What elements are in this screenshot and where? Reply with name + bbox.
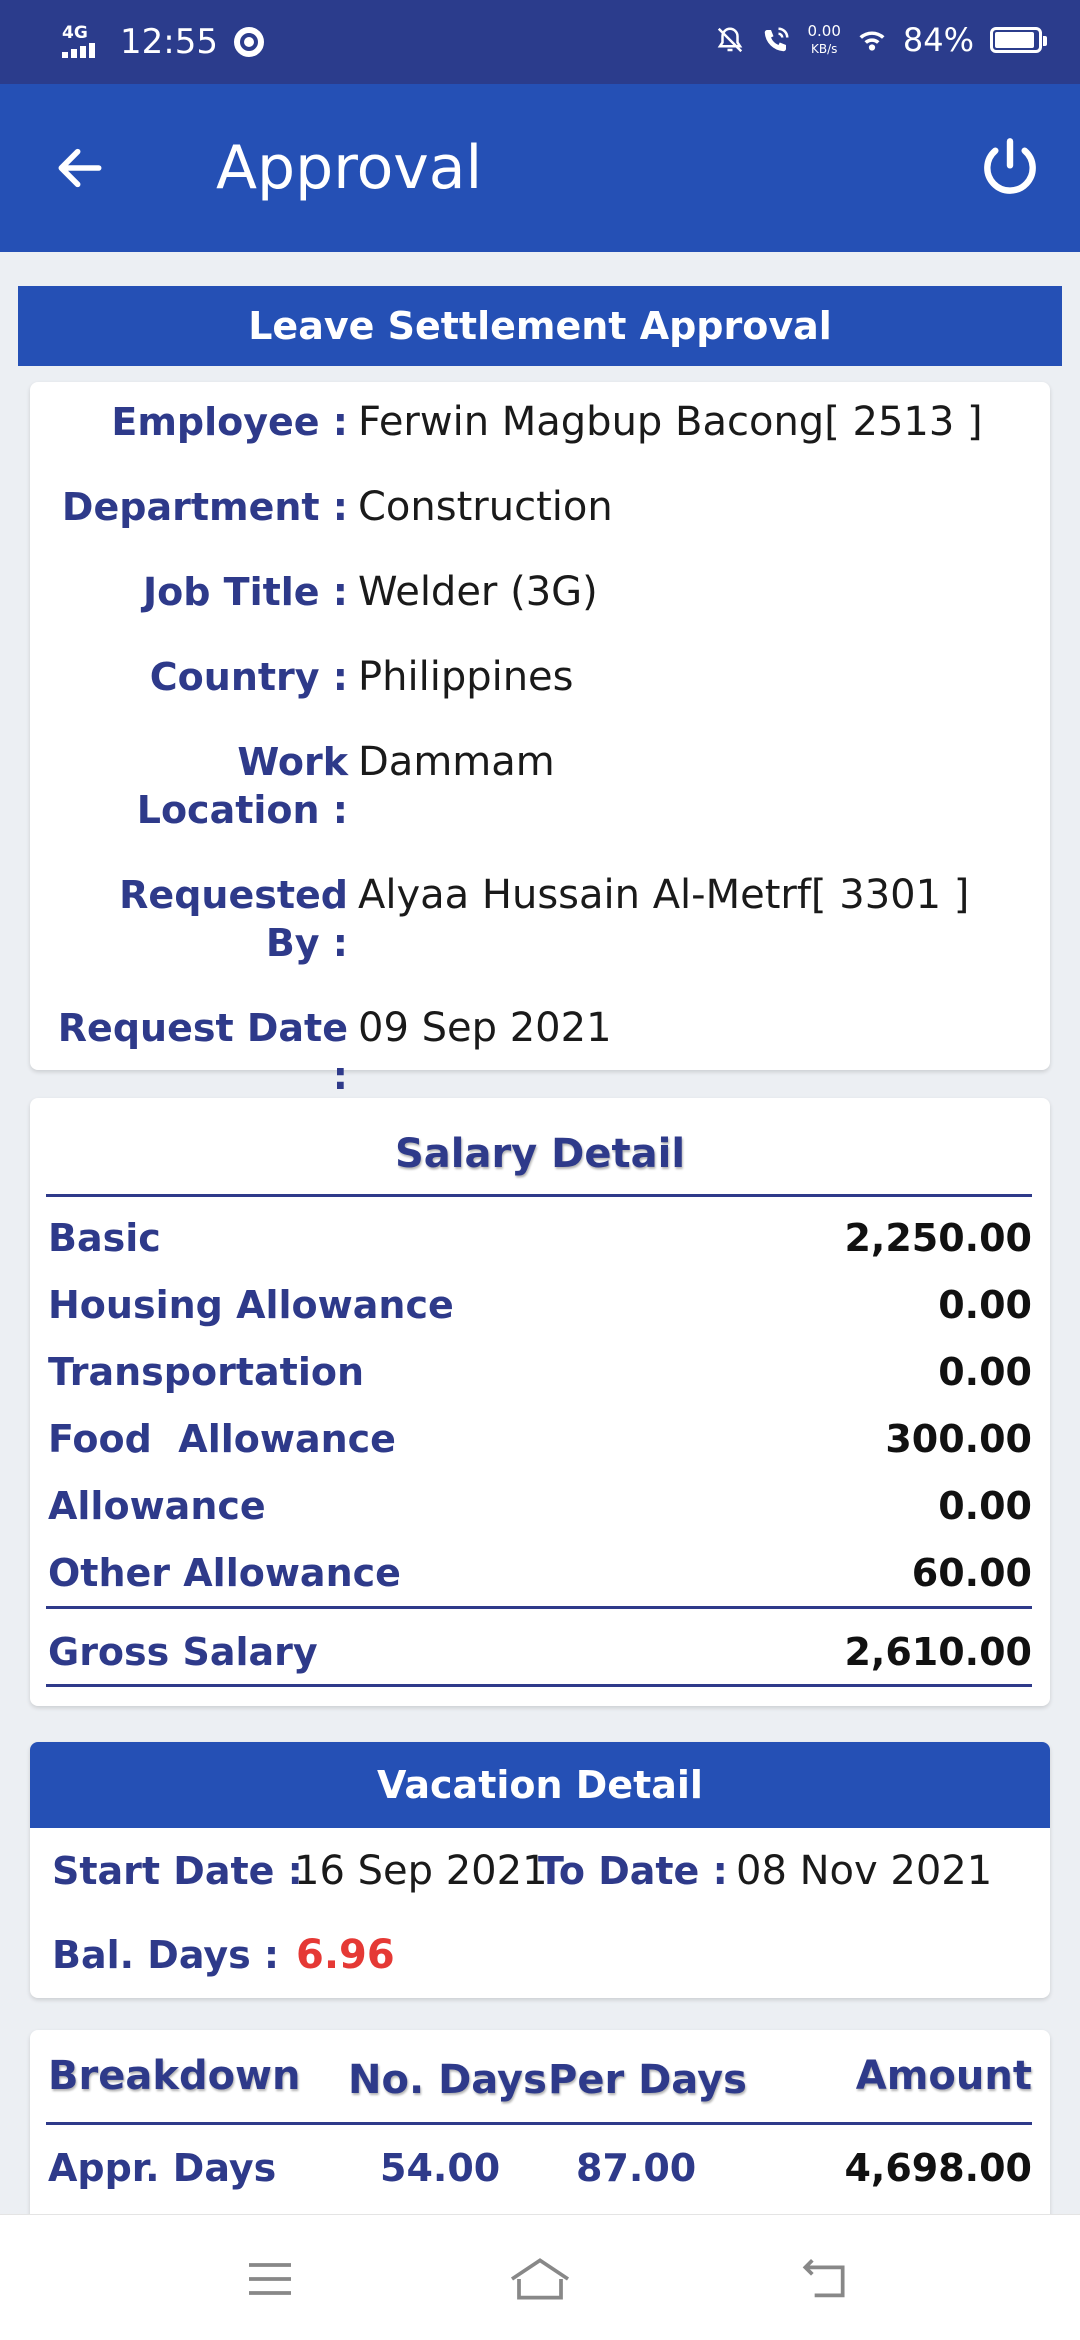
salary-label: Food Allowance	[48, 1417, 396, 1461]
country-value: Philippines	[358, 654, 574, 700]
network-type: 4G	[62, 23, 88, 43]
status-bar-right: 0.00 KB/s 84%	[715, 18, 1047, 62]
breakdown-header: Breakdown	[48, 2053, 301, 2099]
power-icon	[984, 138, 1036, 194]
country-row: Country : Philippines	[30, 653, 1050, 701]
salary-row: Housing Allowance 0.00	[48, 1279, 1032, 1331]
salary-value: 60.00	[911, 1551, 1032, 1595]
salary-title: Salary Detail	[394, 1131, 686, 1177]
to-date-label: To Date :	[538, 1849, 728, 1893]
divider	[46, 1684, 1032, 1687]
page-title: Approval	[216, 133, 483, 203]
requested-by-label-line1: Requested	[119, 873, 348, 917]
work-location-value: Dammam	[358, 739, 555, 785]
start-date-value: 16 Sep 2021	[294, 1848, 548, 1894]
salary-label: Allowance	[48, 1484, 266, 1528]
request-date-value: 09 Sep 2021	[358, 1005, 612, 1051]
country-label: Country :	[149, 655, 348, 699]
salary-value: 300.00	[885, 1417, 1032, 1461]
menu-icon	[249, 2263, 291, 2295]
clock: 12:55	[120, 22, 218, 62]
work-location-label: Work Location :	[30, 738, 348, 834]
battery-percent: 84%	[902, 21, 974, 59]
wifi-icon	[859, 31, 885, 51]
salary-value: 0.00	[938, 1484, 1032, 1528]
vacation-title: Vacation Detail	[30, 1742, 1050, 1828]
salary-label: Housing Allowance	[48, 1283, 454, 1327]
gross-salary-value: 2,610.00	[844, 1630, 1032, 1674]
status-bar: 4G 12:55 0.00 KB/s 84%	[0, 0, 1080, 84]
job-title-label: Job Title :	[142, 570, 348, 614]
salary-row: Basic 2,250.00	[48, 1212, 1032, 1264]
divider	[46, 2122, 1032, 2125]
salary-row: Food Allowance 300.00	[48, 1413, 1032, 1465]
breakdown-row-days: 54.00	[380, 2146, 501, 2190]
work-location-label-line1: Work	[237, 740, 348, 784]
gross-salary-row: Gross Salary 2,610.00	[48, 1626, 1032, 1678]
salary-label: Other Allowance	[48, 1551, 401, 1595]
department-row: Department : Construction	[30, 483, 1050, 531]
salary-value: 0.00	[938, 1350, 1032, 1394]
job-title-value: Welder (3G)	[358, 569, 598, 615]
per-days-header: Per Days	[548, 2057, 747, 2103]
menu-button[interactable]	[230, 2239, 310, 2319]
back-button[interactable]	[40, 128, 120, 208]
salary-row: Other Allowance 60.00	[48, 1547, 1032, 1599]
bal-days-value: 6.96	[296, 1932, 395, 1978]
request-date-row: Request Date : 09 Sep 2021	[30, 1004, 1050, 1100]
salary-label: Transportation	[48, 1350, 365, 1394]
divider	[46, 1194, 1032, 1197]
back-icon	[802, 2259, 845, 2298]
divider	[46, 1606, 1032, 1609]
department-value: Construction	[358, 484, 613, 530]
battery-icon	[990, 27, 1047, 53]
chrome-icon	[233, 27, 264, 57]
breakdown-row-label: Appr. Days	[48, 2146, 277, 2190]
section-title: Leave Settlement Approval	[18, 286, 1062, 366]
salary-value: 0.00	[938, 1283, 1032, 1327]
employee-value: Ferwin Magbup Bacong[ 2513 ]	[358, 399, 983, 445]
network-signal-icon: 4G	[62, 20, 110, 64]
salary-detail-card: Salary Detail Basic 2,250.00 Housing All…	[30, 1098, 1050, 1706]
request-date-label: Request Date :	[57, 1006, 348, 1098]
job-title-row: Job Title : Welder (3G)	[30, 568, 1050, 616]
network-speed: 0.00 KB/s	[807, 22, 840, 58]
salary-row: Transportation 0.00	[48, 1346, 1032, 1398]
employee-row: Employee : Ferwin Magbup Bacong[ 2513 ]	[30, 398, 1050, 446]
requested-by-label-line2: By :	[265, 921, 348, 965]
speed-value: 0.00	[807, 22, 841, 40]
back-nav-button[interactable]	[784, 2239, 864, 2319]
employee-label: Employee :	[111, 400, 348, 444]
home-button[interactable]	[500, 2239, 580, 2319]
status-bar-left: 4G 12:55	[62, 20, 264, 64]
to-date-value: 08 Nov 2021	[736, 1848, 993, 1894]
speed-unit: KB/s	[810, 42, 838, 56]
requested-by-label: Requested By :	[30, 871, 348, 967]
amount-header: Amount	[855, 2053, 1032, 2099]
wifi-call-icon	[765, 27, 789, 52]
system-nav-bar	[0, 2214, 1080, 2340]
app-bar: Approval	[0, 84, 1080, 252]
work-location-label-line2: Location :	[136, 788, 348, 832]
employee-info-card: Employee : Ferwin Magbup Bacong[ 2513 ] …	[30, 382, 1050, 1098]
arrow-left-icon	[58, 148, 102, 188]
gross-salary-label: Gross Salary	[48, 1630, 318, 1674]
start-date-label: Start Date :	[52, 1849, 303, 1893]
logout-button[interactable]	[970, 128, 1050, 208]
breakdown-row-per-day: 87.00	[576, 2146, 697, 2190]
requested-by-row: Requested By : Alyaa Hussain Al-Metrf[ 3…	[30, 871, 1050, 967]
bal-days-label: Bal. Days :	[52, 1933, 280, 1977]
work-location-row: Work Location : Dammam	[30, 738, 1050, 834]
no-days-header: No. Days	[348, 2057, 547, 2103]
mute-icon	[718, 27, 743, 53]
vacation-detail-card: Vacation Detail Start Date : 16 Sep 2021…	[30, 1742, 1050, 1998]
requested-by-value: Alyaa Hussain Al-Metrf[ 3301 ]	[358, 872, 970, 918]
salary-value: 2,250.00	[844, 1216, 1032, 1260]
breakdown-row-amount: 4,698.00	[844, 2146, 1032, 2190]
salary-row: Allowance 0.00	[48, 1480, 1032, 1532]
department-label: Department :	[61, 485, 348, 529]
salary-label: Basic	[48, 1216, 161, 1260]
home-icon	[510, 2258, 570, 2300]
